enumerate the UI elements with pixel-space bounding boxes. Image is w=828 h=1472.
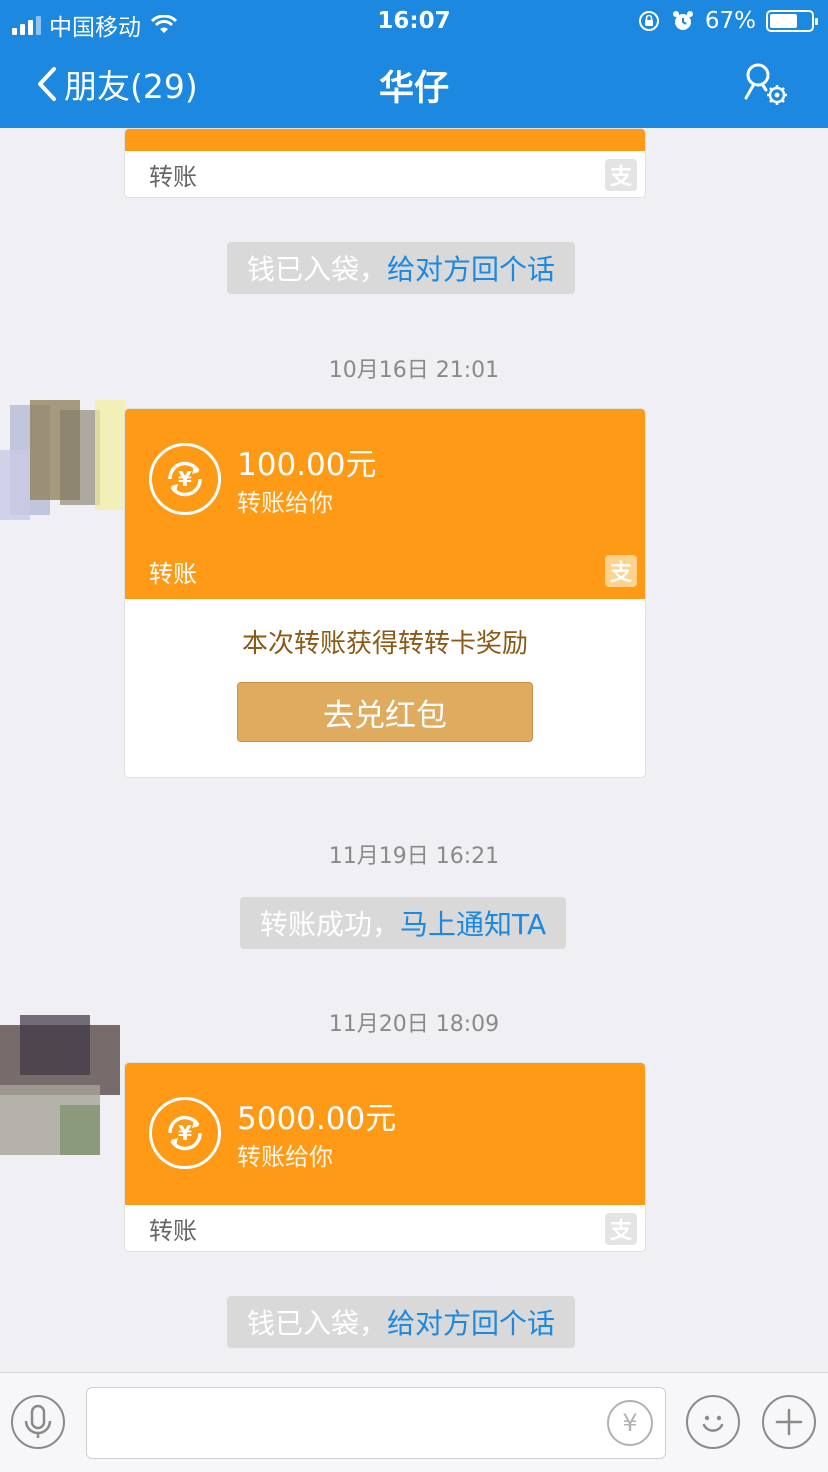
timestamp: 10月16日 21:01 xyxy=(328,358,500,383)
transfer-coin-icon: ¥ xyxy=(149,1097,221,1169)
smiley-icon xyxy=(702,1415,724,1432)
system-notice: 钱已入袋， 给对方回个话 xyxy=(227,1296,576,1348)
contact-settings-button[interactable] xyxy=(740,62,790,108)
system-notice: 转账成功， 马上通知TA xyxy=(240,897,567,949)
reply-link[interactable]: 给对方回个话 xyxy=(387,1302,555,1342)
transfer-card-footer: 转账 支 xyxy=(125,151,645,197)
avatar-image xyxy=(0,400,125,520)
app-header: 中国移动 16:07 67% 朋友(29) 华仔 xyxy=(0,0,828,128)
timestamp: 11月19日 16:21 xyxy=(328,844,500,869)
transfer-card-header: ¥ 5000.00元 转账给你 xyxy=(125,1063,645,1205)
transfer-card-footer: 转账 支 xyxy=(125,543,645,599)
reply-link[interactable]: 给对方回个话 xyxy=(387,248,555,288)
transfer-label: 转账 xyxy=(149,163,197,191)
system-notice: 钱已入袋， 给对方回个话 xyxy=(227,242,576,294)
sender-avatar[interactable] xyxy=(0,1015,130,1155)
notice-text: 转账成功， xyxy=(260,908,401,941)
rotation-lock-icon xyxy=(638,11,659,31)
reward-text: 本次转账获得转转卡奖励 xyxy=(241,629,528,659)
transfer-card-header xyxy=(125,129,645,151)
user-settings-icon xyxy=(744,63,787,105)
status-bar: 中国移动 16:07 67% xyxy=(0,0,828,42)
sender-avatar[interactable] xyxy=(0,390,130,530)
battery-icon xyxy=(766,10,818,32)
transfer-card-footer: 转账 支 xyxy=(125,1205,645,1251)
message-input[interactable] xyxy=(87,1388,665,1458)
back-button[interactable]: 朋友(29) xyxy=(36,60,198,108)
transfer-coin-icon: ¥ xyxy=(149,443,221,515)
avatar-image xyxy=(0,1015,120,1155)
transfer-amount: 100.00元 xyxy=(237,447,377,483)
yen-icon: ¥ xyxy=(622,1409,638,1437)
emoji-button[interactable] xyxy=(686,1395,740,1449)
chat-input-bar: ¥ xyxy=(0,1372,828,1472)
transfer-card-header: ¥ 100.00元 转账给你 xyxy=(125,409,645,543)
chevron-left-icon xyxy=(38,67,56,101)
svg-text:¥: ¥ xyxy=(178,467,192,491)
alipay-icon: 支 xyxy=(605,1212,637,1245)
alarm-icon xyxy=(672,11,693,30)
back-label: 朋友(29) xyxy=(64,67,198,106)
svg-text:¥: ¥ xyxy=(178,1121,192,1145)
notice-text: 钱已入袋， xyxy=(247,253,388,286)
transfer-label: 转账 xyxy=(149,1217,197,1245)
transfer-amount: 5000.00元 xyxy=(237,1101,397,1137)
microphone-icon xyxy=(24,1404,52,1438)
transfer-card-partial[interactable]: 转账 支 xyxy=(124,128,646,198)
more-options-button[interactable] xyxy=(762,1395,816,1449)
redeem-red-packet-button[interactable]: 去兑红包 xyxy=(237,682,533,742)
transfer-card[interactable]: ¥ 5000.00元 转账给你 转账 支 xyxy=(124,1062,646,1252)
transfer-yen-button[interactable]: ¥ xyxy=(607,1400,653,1446)
message-input-box: ¥ xyxy=(86,1387,666,1459)
battery-percent: 67% xyxy=(704,8,756,34)
battery-fill xyxy=(770,14,797,28)
voice-button[interactable] xyxy=(11,1395,65,1449)
status-right: 67% xyxy=(637,8,818,34)
alipay-icon: 支 xyxy=(605,555,637,587)
transfer-subtitle: 转账给你 xyxy=(237,1143,333,1171)
plus-icon xyxy=(775,1408,803,1436)
notice-text: 钱已入袋， xyxy=(247,1307,388,1340)
transfer-label: 转账 xyxy=(149,559,197,588)
notify-link[interactable]: 马上通知TA xyxy=(400,903,546,943)
alipay-icon: 支 xyxy=(605,158,637,191)
transfer-subtitle: 转账给你 xyxy=(237,489,333,517)
transfer-card[interactable]: ¥ 100.00元 转账给你 转账 支 本次转账获得转转卡奖励 去兑红包 xyxy=(124,408,646,778)
